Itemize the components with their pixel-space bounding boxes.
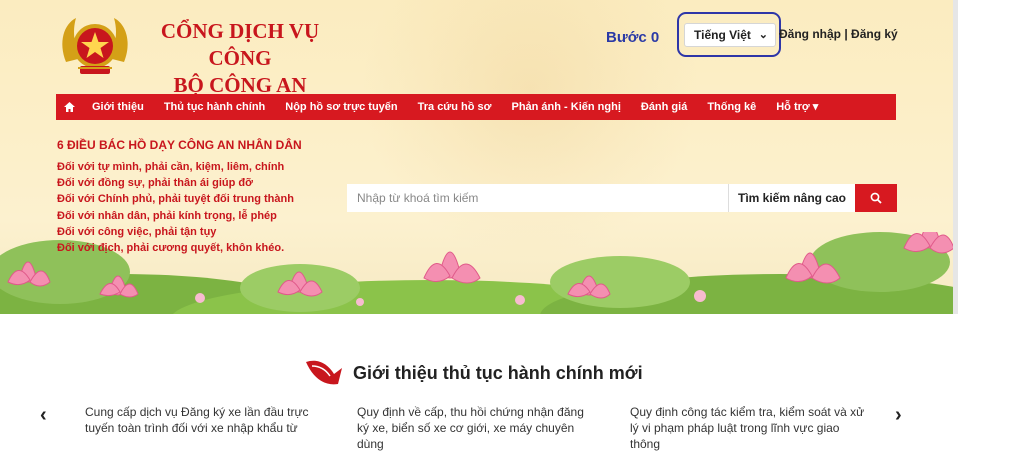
nav-item-ho-tro[interactable]: Hỗ trợ ▾ bbox=[766, 94, 828, 120]
nav-item-thu-tuc-hanh-chinh[interactable]: Thủ tục hành chính bbox=[154, 94, 275, 120]
search-input[interactable] bbox=[347, 184, 728, 212]
portal-title[interactable]: CỔNG DỊCH VỤ CÔNG BỘ CÔNG AN bbox=[140, 18, 340, 99]
nav-item-thong-ke[interactable]: Thống kê bbox=[697, 94, 766, 120]
nav-item-gioi-thieu[interactable]: Giới thiệu bbox=[82, 94, 154, 120]
rule-item: Đối với đồng sự, phải thân ái giúp đỡ bbox=[57, 177, 253, 190]
section-title: Giới thiệu thủ tục hành chính mới bbox=[353, 363, 643, 383]
auth-links: Đăng nhập | Đăng ký bbox=[779, 27, 898, 41]
section-header: Giới thiệu thủ tục hành chính mới bbox=[300, 352, 720, 392]
portal-title-line1: CỔNG DỊCH VỤ CÔNG bbox=[160, 19, 320, 70]
language-value: Tiếng Việt bbox=[694, 28, 751, 42]
police-emblem-logo[interactable] bbox=[58, 12, 132, 82]
login-link[interactable]: Đăng nhập bbox=[779, 27, 841, 41]
auth-separator: | bbox=[841, 27, 852, 41]
step-label: Bước 0 bbox=[606, 29, 660, 46]
rules-list: Đối với tự mình, phải cần, kiệm, liêm, c… bbox=[57, 159, 294, 256]
nav-item-danh-gia[interactable]: Đánh giá bbox=[631, 94, 697, 120]
rules-title: 6 ĐIỀU BÁC HỒ DẠY CÔNG AN NHÂN DÂN bbox=[57, 138, 302, 152]
carousel-prev-button[interactable]: ‹ bbox=[40, 404, 47, 427]
page-scrollbar[interactable] bbox=[953, 0, 958, 314]
rule-item: Đối với nhân dân, phải kính trọng, lễ ph… bbox=[57, 209, 277, 222]
rule-item: Đối với tự mình, phải cần, kiệm, liêm, c… bbox=[57, 161, 285, 173]
police-badge-icon bbox=[306, 360, 342, 385]
advanced-search-button[interactable]: Tìm kiếm nâng cao bbox=[728, 184, 855, 212]
search-button[interactable] bbox=[855, 184, 897, 212]
rule-item: Đối với công việc, phải tận tụy bbox=[57, 225, 217, 238]
main-nav: Giới thiệu Thủ tục hành chính Nộp hồ sơ … bbox=[56, 94, 896, 120]
chevron-down-icon: ⌄ bbox=[758, 29, 768, 41]
language-select[interactable]: Tiếng Việt ⌄ bbox=[684, 23, 776, 47]
rule-item: Đối với Chính phủ, phải tuyệt đối trung … bbox=[57, 193, 294, 206]
nav-item-phan-anh-kien-nghi[interactable]: Phản ánh - Kiến nghị bbox=[501, 94, 630, 120]
procedure-card[interactable]: Cung cấp dịch vụ Đăng ký xe lần đầu trực… bbox=[85, 404, 325, 436]
nav-item-nop-ho-so[interactable]: Nộp hồ sơ trực tuyến bbox=[275, 94, 407, 120]
rule-item: Đối với địch, phải cương quyết, khôn khé… bbox=[57, 242, 285, 255]
carousel-next-button[interactable]: › bbox=[895, 404, 902, 427]
home-icon[interactable] bbox=[56, 94, 82, 120]
register-link[interactable]: Đăng ký bbox=[851, 27, 898, 41]
search-bar: Tìm kiếm nâng cao bbox=[347, 184, 897, 212]
search-icon bbox=[870, 192, 882, 204]
procedure-card[interactable]: Quy định công tác kiểm tra, kiểm soát và… bbox=[630, 404, 870, 452]
procedure-card[interactable]: Quy định về cấp, thu hồi chứng nhận đăng… bbox=[357, 404, 597, 452]
nav-item-tra-cuu-ho-so[interactable]: Tra cứu hồ sơ bbox=[408, 94, 502, 120]
